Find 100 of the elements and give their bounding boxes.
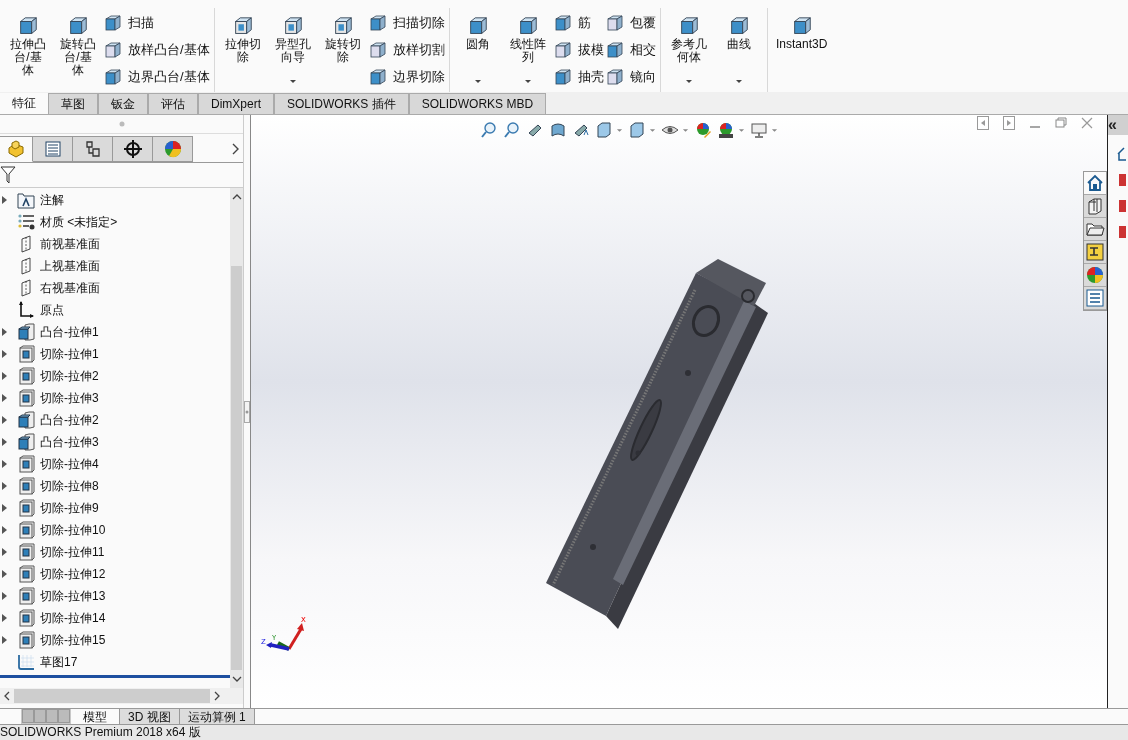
appearance-pencil-icon[interactable] <box>694 121 712 139</box>
model-tab[interactable]: 3D 视图 <box>120 709 180 724</box>
caret-icon[interactable] <box>734 79 743 84</box>
ribbon-button[interactable]: 圆角 <box>453 10 502 90</box>
ribbon-tab[interactable]: 钣金 <box>98 93 148 114</box>
ribbon-button[interactable]: 放样切割 <box>368 41 445 59</box>
parts-icon[interactable] <box>1084 195 1106 218</box>
ribbon-button[interactable]: 放样凸台/基体 <box>104 41 210 59</box>
display-style-icon[interactable] <box>628 121 646 139</box>
expand-arrow-icon[interactable] <box>2 372 7 380</box>
zoom-to-fit-icon[interactable] <box>480 121 498 139</box>
ribbon-button[interactable]: Instant3D <box>771 10 832 90</box>
expand-arrow-icon[interactable] <box>2 570 7 578</box>
vertical-scrollbar[interactable] <box>230 188 243 688</box>
tree-item[interactable]: 凸台-拉伸1 <box>40 323 99 341</box>
filter-icon[interactable] <box>0 166 16 184</box>
tree-item[interactable]: 切除-拉伸15 <box>40 631 106 649</box>
expand-arrow-icon[interactable] <box>2 416 7 424</box>
close-icon[interactable] <box>1081 116 1093 130</box>
tile-right-icon[interactable] <box>1003 116 1015 130</box>
home-icon[interactable] <box>1084 172 1106 195</box>
tree-item[interactable]: 注解 <box>40 191 64 209</box>
tree-item[interactable]: 切除-拉伸2 <box>40 367 99 385</box>
tree-item[interactable]: 切除-拉伸4 <box>40 455 99 473</box>
ribbon-button[interactable]: 拉伸切除 <box>218 10 267 90</box>
ribbon-button[interactable]: 边界切除 <box>368 67 445 86</box>
ribbon-tab[interactable]: SOLIDWORKS 插件 <box>274 93 409 114</box>
tree-item[interactable]: 切除-拉伸13 <box>40 587 106 605</box>
tree-item[interactable]: 切除-拉伸9 <box>40 499 99 517</box>
chevron-right-icon[interactable] <box>231 143 239 155</box>
expand-arrow-icon[interactable] <box>2 636 7 644</box>
scroll-down-icon[interactable] <box>231 676 242 682</box>
ribbon-button[interactable]: 镜向 <box>605 67 656 86</box>
tree-item[interactable]: 凸台-拉伸3 <box>40 433 99 451</box>
caret-icon[interactable] <box>473 79 482 84</box>
ribbon-tab[interactable]: 特征 <box>0 93 48 114</box>
expand-arrow-icon[interactable] <box>2 460 7 468</box>
tree-item[interactable]: 原点 <box>40 301 64 319</box>
ribbon-button[interactable]: 扫描 <box>104 14 210 33</box>
tree-item[interactable]: 切除-拉伸14 <box>40 609 106 627</box>
model-tab[interactable]: 运动算例 1 <box>179 709 255 724</box>
expand-arrow-icon[interactable] <box>2 328 7 336</box>
caret-icon[interactable] <box>523 79 532 84</box>
ribbon-button[interactable]: 相交 <box>605 41 656 59</box>
ribbon-button[interactable]: 拉伸凸台/基体 <box>4 10 52 90</box>
document-icon[interactable] <box>1116 173 1126 187</box>
ribbon-button[interactable]: 旋转凸台/基体 <box>54 10 102 90</box>
expand-arrow-icon[interactable] <box>2 482 7 490</box>
section-view-icon[interactable] <box>549 121 567 139</box>
ribbon-button[interactable]: 筋 <box>553 14 604 33</box>
manager-tab[interactable] <box>113 136 153 162</box>
expand-arrow-icon[interactable] <box>2 196 7 204</box>
ribbon-tab[interactable]: DimXpert <box>198 93 274 114</box>
tree-item[interactable]: 右视基准面 <box>40 279 100 297</box>
expand-arrow-icon[interactable] <box>2 504 7 512</box>
tree-item[interactable]: 上视基准面 <box>40 257 100 275</box>
ribbon-button[interactable]: 异型孔向导 <box>268 10 317 90</box>
expand-arrow-icon[interactable] <box>2 350 7 358</box>
caret-icon[interactable] <box>288 79 297 84</box>
expand-arrow-icon[interactable] <box>2 394 7 402</box>
tree-item[interactable]: 前视基准面 <box>40 235 100 253</box>
ribbon-button[interactable]: 线性阵列 <box>503 10 552 90</box>
zoom-area-icon[interactable] <box>503 121 521 139</box>
scroll-left-icon[interactable] <box>4 691 10 701</box>
horizontal-scrollbar[interactable] <box>0 688 243 704</box>
tree-item[interactable]: 切除-拉伸1 <box>40 345 99 363</box>
tree-item[interactable]: 切除-拉伸12 <box>40 565 106 583</box>
tree-item[interactable]: 材质 <未指定> <box>40 213 118 231</box>
tree-item[interactable]: 切除-拉伸3 <box>40 389 99 407</box>
home-icon[interactable] <box>1116 147 1126 161</box>
ribbon-button[interactable]: 边界凸台/基体 <box>104 67 210 86</box>
expand-arrow-icon[interactable] <box>2 614 7 622</box>
ribbon-button[interactable]: 扫描切除 <box>368 14 445 33</box>
expand-arrow-icon[interactable] <box>2 438 7 446</box>
ribbon-tab[interactable]: 评估 <box>148 93 198 114</box>
scroll-right-icon[interactable] <box>214 691 220 701</box>
ribbon-button[interactable]: 包覆 <box>605 14 656 33</box>
ribbon-tab[interactable]: 草图 <box>48 93 98 114</box>
design-library-icon[interactable] <box>1084 241 1106 264</box>
tile-left-icon[interactable] <box>977 116 989 130</box>
splitter-handle-icon[interactable] <box>244 400 250 423</box>
ribbon-button[interactable]: 拔模 <box>553 41 604 59</box>
properties-list-icon[interactable] <box>1084 287 1106 310</box>
ribbon-tab[interactable]: SOLIDWORKS MBD <box>408 93 547 114</box>
scroll-up-icon[interactable] <box>231 194 242 200</box>
view-orientation-icon[interactable] <box>595 121 613 139</box>
caret-icon[interactable] <box>684 79 693 84</box>
ribbon-button[interactable]: 参考几何体 <box>664 10 713 90</box>
document-icon[interactable] <box>1116 225 1126 239</box>
tree-item[interactable]: 切除-拉伸8 <box>40 477 99 495</box>
ribbon-button[interactable]: 曲线 <box>714 10 763 90</box>
expand-arrow-icon[interactable] <box>2 526 7 534</box>
tree-item[interactable]: 凸台-拉伸2 <box>40 411 99 429</box>
expand-arrow-icon[interactable] <box>2 548 7 556</box>
expand-arrow-icon[interactable] <box>2 592 7 600</box>
scene-icon[interactable] <box>717 121 735 139</box>
ribbon-button[interactable]: 旋转切除 <box>318 10 367 90</box>
tree-item[interactable]: 切除-拉伸11 <box>40 543 105 561</box>
tree-item[interactable]: 切除-拉伸10 <box>40 521 106 539</box>
monitor-icon[interactable] <box>750 121 768 139</box>
